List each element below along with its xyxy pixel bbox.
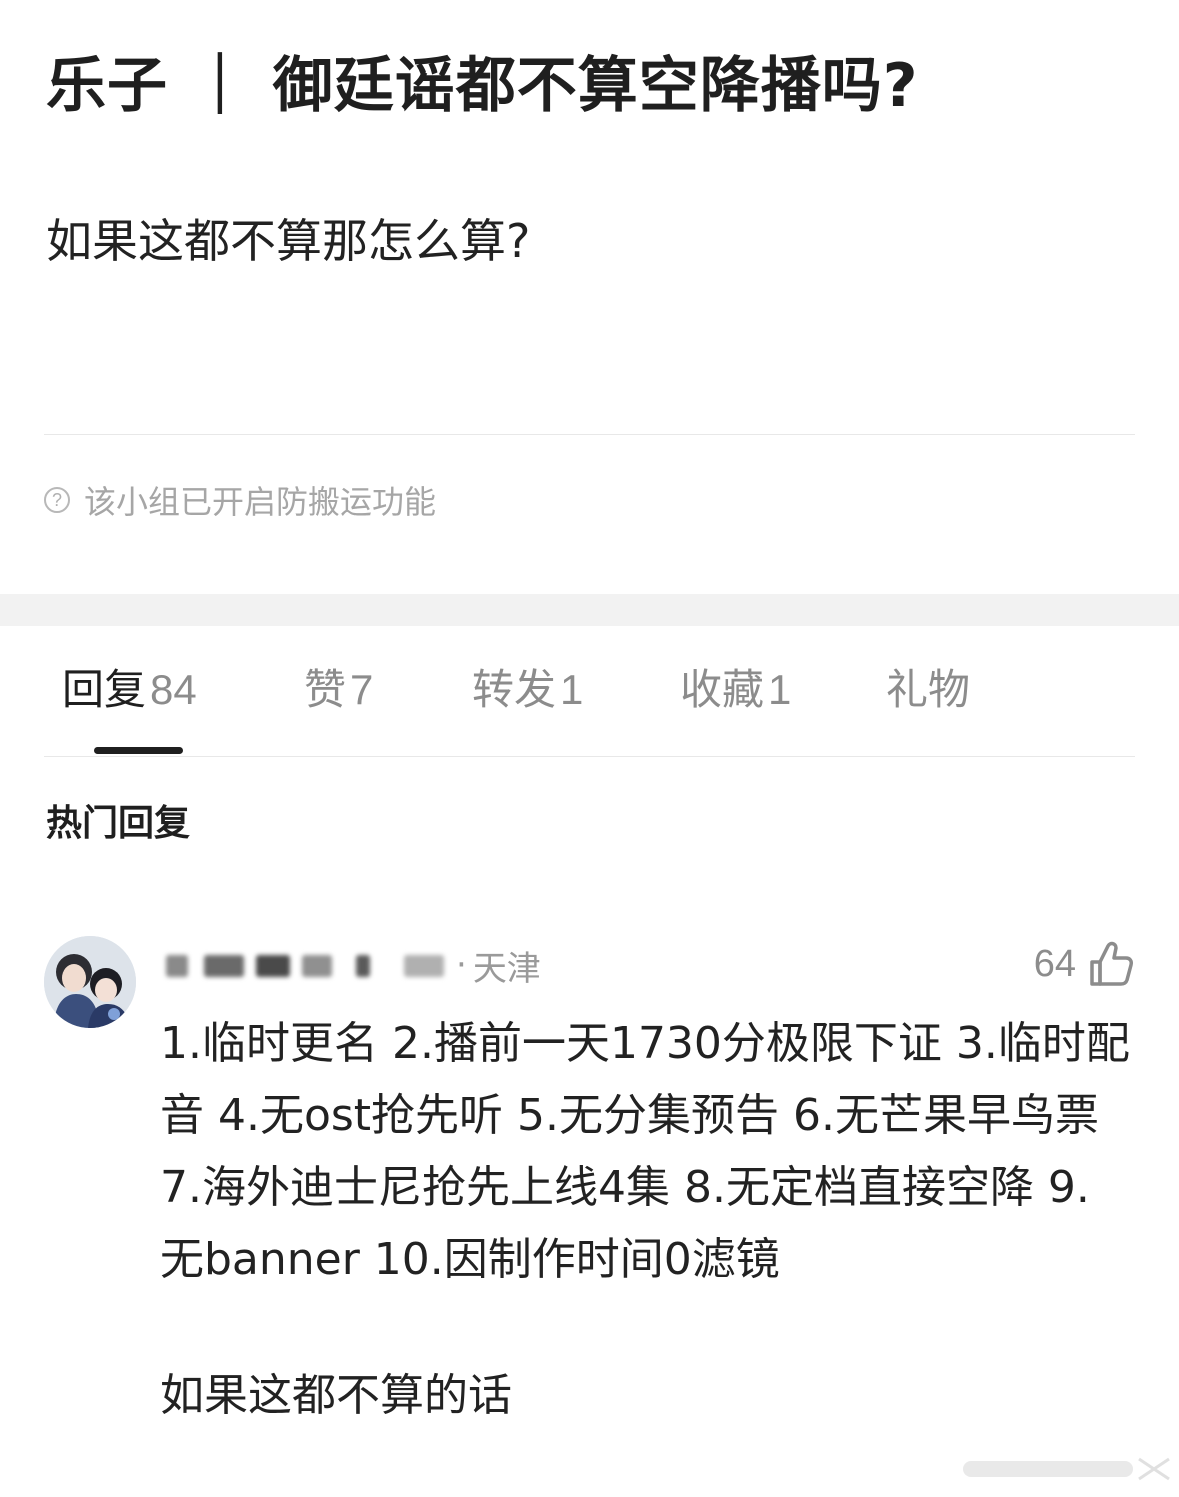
tab-favorites-label: 收藏 bbox=[680, 665, 765, 714]
comment-text: 1.临时更名 2.播前一天1730分极限下证 3.临时配音 4.无ost抢先听 … bbox=[160, 1018, 1130, 1285]
tab-favorites-count: 1 bbox=[768, 666, 792, 713]
tab-reposts-count: 1 bbox=[560, 666, 584, 713]
section-separator bbox=[0, 594, 1179, 626]
avatar[interactable] bbox=[44, 936, 136, 1028]
comment-meta: · 天津 bbox=[160, 940, 541, 990]
like-button[interactable]: 64 bbox=[1034, 932, 1134, 996]
thumbs-up-icon[interactable] bbox=[1088, 940, 1134, 988]
tab-likes-count: 7 bbox=[350, 666, 374, 713]
post-header: 乐子 ｜ 御廷谣都不算空降播吗? 如果这都不算那怎么算? ? 该小组已开启防搬运… bbox=[0, 0, 1179, 594]
tab-gifts-label: 礼物 bbox=[886, 665, 971, 714]
hot-replies-title: 热门回复 bbox=[46, 803, 191, 844]
tab-replies[interactable]: 回复84 bbox=[62, 660, 197, 720]
tab-reposts[interactable]: 转发1 bbox=[472, 660, 583, 720]
avatar-image bbox=[44, 936, 136, 1028]
divider bbox=[44, 434, 1135, 435]
watermark bbox=[963, 1457, 1170, 1481]
tab-likes-label: 赞 bbox=[304, 665, 347, 714]
tab-replies-label: 回复 bbox=[62, 665, 147, 714]
help-circle-icon[interactable]: ? bbox=[44, 487, 70, 513]
post-body: 如果这都不算那怎么算? bbox=[46, 214, 531, 268]
tab-likes[interactable]: 赞7 bbox=[304, 660, 373, 720]
comment-text-tail: 如果这都不算的话 bbox=[160, 1370, 512, 1421]
active-tab-indicator bbox=[94, 747, 183, 754]
notice-text: 该小组已开启防搬运功能 bbox=[84, 483, 437, 521]
like-count: 64 bbox=[1033, 942, 1076, 985]
tabs-divider bbox=[44, 756, 1135, 757]
tab-replies-count: 84 bbox=[150, 666, 197, 713]
tab-gifts[interactable]: 礼物 bbox=[886, 660, 970, 720]
tab-reposts-label: 转发 bbox=[472, 665, 557, 714]
comment-location: 天津 bbox=[472, 948, 541, 989]
interaction-tabs: 回复84 赞7 转发1 收藏1 礼物 bbox=[0, 650, 1179, 740]
anti-repost-notice[interactable]: ? 该小组已开启防搬运功能 bbox=[44, 478, 436, 522]
tab-favorites[interactable]: 收藏1 bbox=[680, 660, 791, 720]
post-title: 乐子 ｜ 御廷谣都不算空降播吗? bbox=[46, 51, 919, 121]
meta-separator: · bbox=[456, 945, 467, 985]
username-redacted[interactable] bbox=[160, 945, 450, 985]
